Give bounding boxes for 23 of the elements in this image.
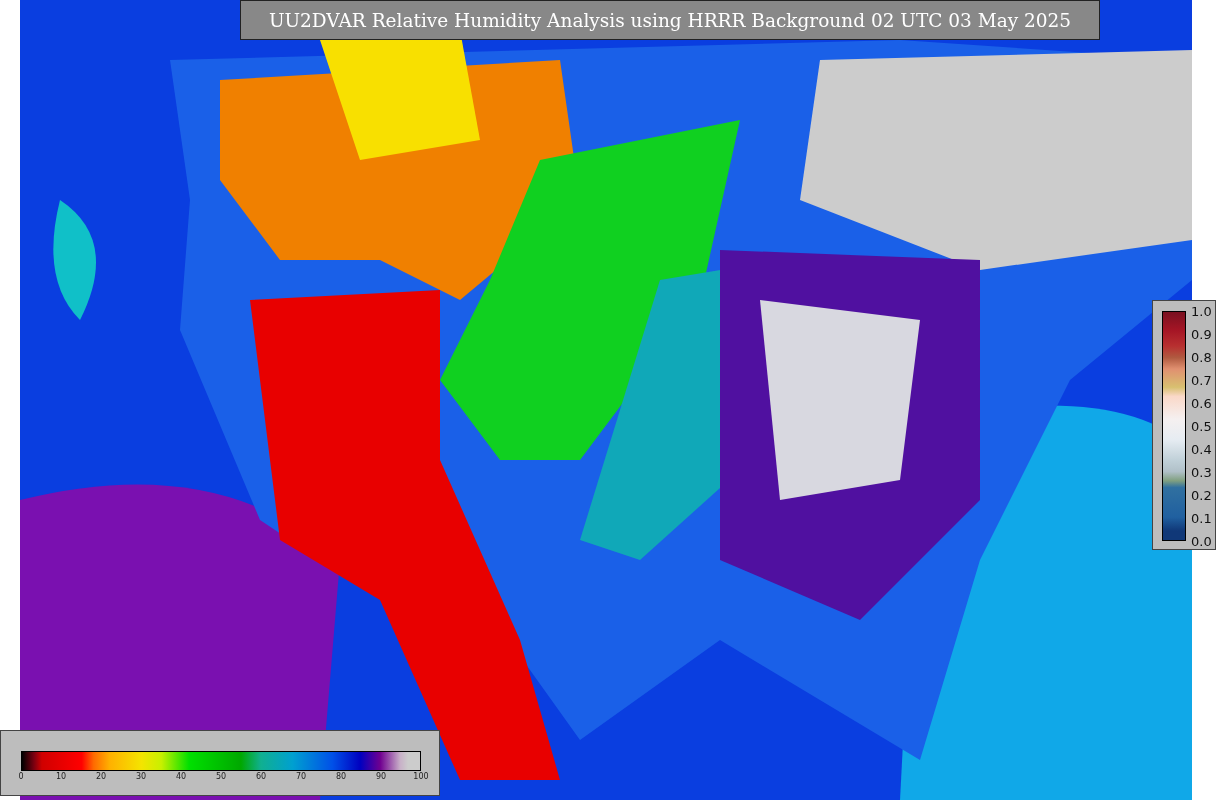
scale-label: 0.8: [1191, 349, 1212, 365]
scale-label: 0.2: [1191, 487, 1212, 503]
scale-label: 0: [18, 772, 24, 781]
scale-label: 0.5: [1191, 418, 1212, 434]
scale-label: 0.4: [1191, 441, 1212, 457]
scale-label: 0.1: [1191, 510, 1212, 526]
scale-label: 20: [95, 772, 107, 781]
scale-label: 0.7: [1191, 372, 1212, 388]
map-title: UU2DVAR Relative Humidity Analysis using HRRR Background 02 UTC 03 May 2025: [240, 0, 1100, 40]
scale-label: 100: [413, 772, 429, 781]
scale-label: 90: [375, 772, 387, 781]
scale-label: 0.6: [1191, 395, 1212, 411]
scale-label: 80: [335, 772, 347, 781]
scale-label: 60: [255, 772, 267, 781]
scale-label: 30: [135, 772, 147, 781]
scale-label: 0.0: [1191, 533, 1212, 549]
scale-label: 70: [295, 772, 307, 781]
scale-label: 40: [175, 772, 187, 781]
scale-label: 1.0: [1191, 303, 1212, 319]
scale-label: 0.3: [1191, 464, 1212, 480]
scale-label: 0.9: [1191, 326, 1212, 342]
scale-label: 50: [215, 772, 227, 781]
scale-label: 10: [55, 772, 67, 781]
